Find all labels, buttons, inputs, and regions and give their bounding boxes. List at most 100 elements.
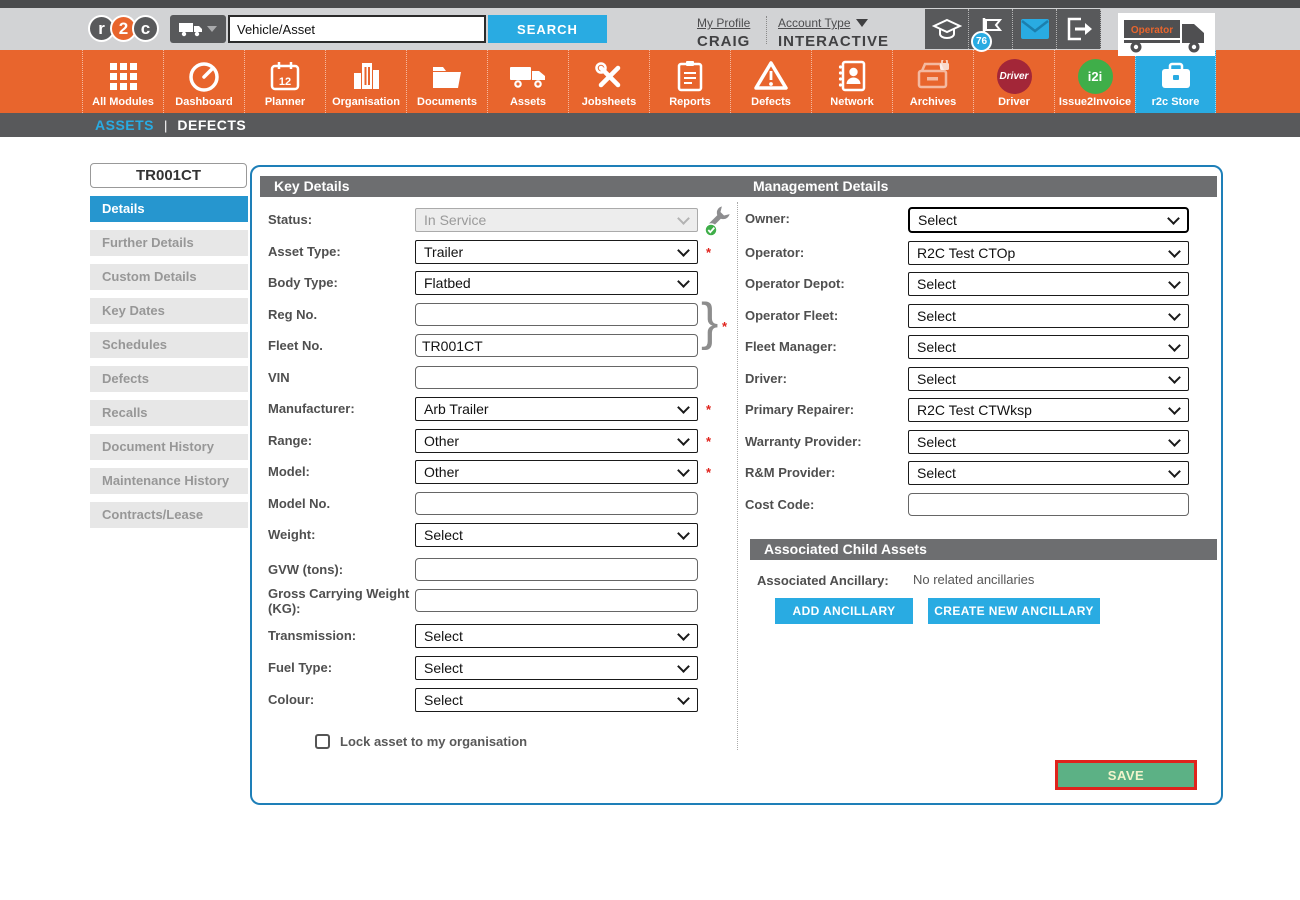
- body-type-select[interactable]: Flatbed: [415, 271, 698, 295]
- nav-issue2invoice[interactable]: i2i Issue2Invoice: [1054, 50, 1135, 113]
- nav-assets[interactable]: Assets: [487, 50, 568, 113]
- nav-r2c-store[interactable]: r2c Store: [1135, 50, 1216, 113]
- main-content: TR001CT Details Further Details Custom D…: [0, 137, 1300, 900]
- driver-row: Driver: Select: [745, 367, 1225, 391]
- range-select[interactable]: Other: [415, 429, 698, 453]
- nav-dashboard[interactable]: Dashboard: [163, 50, 244, 113]
- search-category-dropdown[interactable]: [170, 15, 226, 43]
- operator-select[interactable]: R2C Test CTOp: [908, 241, 1189, 265]
- operator-fleet-select[interactable]: Select: [908, 304, 1189, 328]
- messages-button[interactable]: [1013, 9, 1057, 49]
- transmission-row: Transmission: Select: [252, 624, 737, 648]
- section-headers: Key Details Management Details: [260, 176, 1217, 197]
- account-type-link[interactable]: Account Type: [778, 16, 851, 30]
- manufacturer-row: Manufacturer: Arb Trailer *: [252, 397, 737, 421]
- nav-network[interactable]: Network: [811, 50, 892, 113]
- chevron-down-icon: [856, 19, 868, 27]
- required-marker: *: [706, 465, 711, 480]
- lock-asset-checkbox[interactable]: [315, 734, 330, 749]
- calendar-icon: 12: [269, 57, 301, 95]
- archive-drawer-icon: [915, 57, 951, 95]
- sidebar-item-custom-details[interactable]: Custom Details: [90, 264, 248, 290]
- search-input[interactable]: [228, 15, 486, 43]
- colour-row: Colour: Select: [252, 688, 737, 712]
- required-marker: *: [706, 434, 711, 449]
- sidebar-item-defects[interactable]: Defects: [90, 366, 248, 392]
- my-profile-link[interactable]: My Profile: [697, 16, 750, 30]
- sidebar-item-key-dates[interactable]: Key Dates: [90, 298, 248, 324]
- briefcase-icon: [1159, 57, 1193, 95]
- service-status-wrench-icon[interactable]: [702, 205, 734, 242]
- chevron-down-icon: [207, 26, 217, 32]
- clipboard-icon: [676, 57, 704, 95]
- breadcrumb-defects[interactable]: DEFECTS: [177, 117, 246, 133]
- primary-repairer-select[interactable]: R2C Test CTWksp: [908, 398, 1189, 422]
- buildings-icon: [351, 57, 381, 95]
- account-type-value: INTERACTIVE: [778, 33, 889, 50]
- model-select[interactable]: Other: [415, 460, 698, 484]
- breadcrumb-assets[interactable]: ASSETS: [95, 117, 154, 133]
- chevron-down-icon: [677, 401, 690, 414]
- sidebar-item-details[interactable]: Details: [90, 196, 248, 222]
- model-no-row: Model No.: [252, 492, 737, 516]
- save-button[interactable]: SAVE: [1055, 760, 1197, 790]
- column-divider: [737, 202, 738, 750]
- nav-jobsheets[interactable]: Jobsheets: [568, 50, 649, 113]
- nav-all-modules[interactable]: All Modules: [82, 50, 163, 113]
- chevron-down-icon: [1168, 308, 1181, 321]
- lock-asset-label: Lock asset to my organisation: [340, 734, 527, 749]
- rm-provider-select[interactable]: Select: [908, 461, 1189, 485]
- search-button[interactable]: SEARCH: [488, 15, 607, 43]
- transmission-select[interactable]: Select: [415, 624, 698, 648]
- gvw-input[interactable]: [415, 558, 698, 581]
- vin-input[interactable]: [415, 366, 698, 389]
- reg-no-input[interactable]: [415, 303, 698, 326]
- speedometer-icon: [187, 57, 221, 95]
- fuel-type-row: Fuel Type: Select: [252, 656, 737, 680]
- gross-carrying-weight-input[interactable]: [415, 589, 698, 612]
- colour-select[interactable]: Select: [415, 688, 698, 712]
- nav-organisation[interactable]: Organisation: [325, 50, 406, 113]
- sidebar: Details Further Details Custom Details K…: [90, 196, 248, 536]
- nav-defects[interactable]: Defects: [730, 50, 811, 113]
- truck-icon: [179, 21, 203, 37]
- warranty-provider-select[interactable]: Select: [908, 430, 1189, 454]
- operator-mode-button[interactable]: Operator: [1118, 13, 1215, 56]
- chevron-down-icon: [1168, 371, 1181, 384]
- fleet-no-input[interactable]: [415, 334, 698, 357]
- driver-select[interactable]: Select: [908, 367, 1189, 391]
- model-no-input[interactable]: [415, 492, 698, 515]
- nav-documents[interactable]: Documents: [406, 50, 487, 113]
- logout-button[interactable]: [1057, 9, 1101, 49]
- cost-code-input[interactable]: [908, 493, 1189, 516]
- nav-driver[interactable]: Driver Driver: [973, 50, 1054, 113]
- chevron-down-icon: [677, 527, 690, 540]
- fuel-type-select[interactable]: Select: [415, 656, 698, 680]
- operator-depot-select[interactable]: Select: [908, 272, 1189, 296]
- training-button[interactable]: [925, 9, 969, 49]
- required-marker: *: [706, 245, 711, 260]
- create-new-ancillary-button[interactable]: CREATE NEW ANCILLARY: [928, 598, 1100, 624]
- profile-name: CRAIG: [697, 33, 750, 50]
- sidebar-item-schedules[interactable]: Schedules: [90, 332, 248, 358]
- sidebar-item-further-details[interactable]: Further Details: [90, 230, 248, 256]
- fleet-manager-select[interactable]: Select: [908, 335, 1189, 359]
- warning-triangle-icon: [753, 57, 789, 95]
- manufacturer-select[interactable]: Arb Trailer: [415, 397, 698, 421]
- sidebar-item-maintenance-history[interactable]: Maintenance History: [90, 468, 248, 494]
- sidebar-item-recalls[interactable]: Recalls: [90, 400, 248, 426]
- asset-type-select[interactable]: Trailer: [415, 240, 698, 264]
- r2c-logo[interactable]: r 2 c: [93, 15, 159, 42]
- sidebar-item-contracts-lease[interactable]: Contracts/Lease: [90, 502, 248, 528]
- nav-planner[interactable]: 12 Planner: [244, 50, 325, 113]
- sidebar-item-document-history[interactable]: Document History: [90, 434, 248, 460]
- weight-select[interactable]: Select: [415, 523, 698, 547]
- add-ancillary-button[interactable]: ADD ANCILLARY: [775, 598, 913, 624]
- notifications-button[interactable]: 76: [969, 9, 1013, 49]
- nav-reports[interactable]: Reports: [649, 50, 730, 113]
- nav-archives[interactable]: Archives: [892, 50, 973, 113]
- fleet-no-row: Fleet No.: [252, 334, 737, 358]
- chevron-down-icon: [677, 433, 690, 446]
- owner-select[interactable]: Select: [908, 207, 1189, 233]
- body-type-row: Body Type: Flatbed: [252, 271, 737, 295]
